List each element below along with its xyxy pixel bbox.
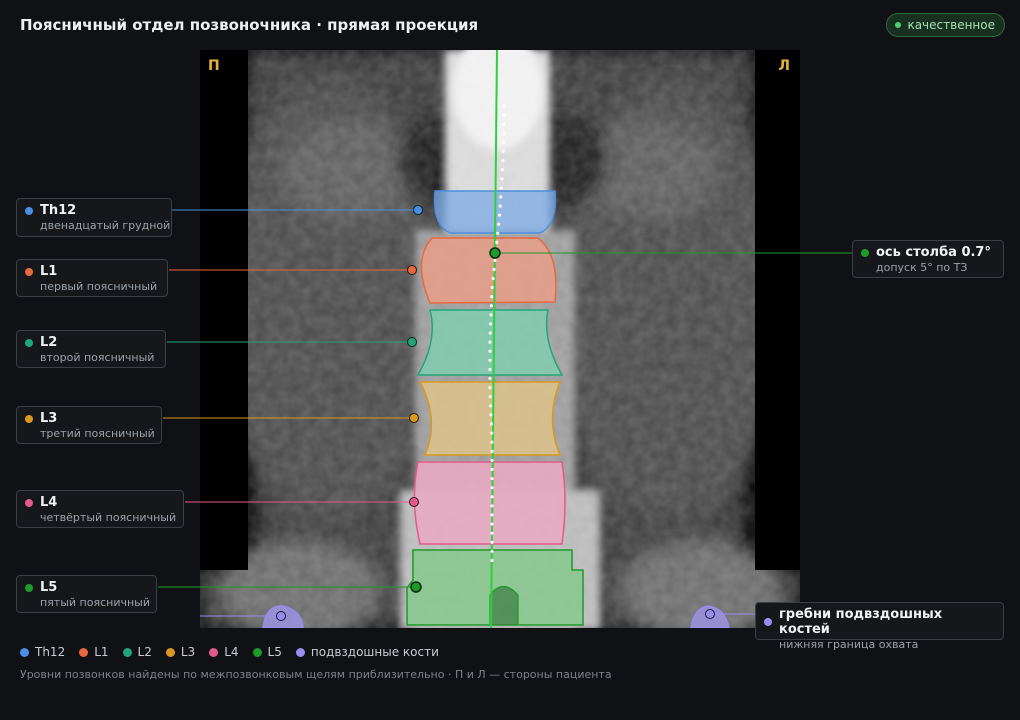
label-iliac-sub: нижняя граница охвата — [779, 638, 919, 651]
l3-color-dot — [25, 414, 33, 423]
label-axis-name: ось столба 0.7° — [876, 245, 991, 260]
legend-item-l1: L1 — [79, 645, 109, 659]
label-l5[interactable]: L5 пятый поясничный — [16, 575, 157, 613]
legend-item-l5: L5 — [252, 645, 282, 659]
legend-dot-icon — [79, 647, 89, 657]
label-l2-sub: второй поясничный — [40, 351, 155, 364]
label-axis-sub: допуск 5° по ТЗ — [876, 261, 968, 274]
status-dot-icon — [895, 22, 902, 28]
label-iliac-name: гребни подвздошных костей — [779, 607, 943, 637]
label-l1[interactable]: L1 первый поясничный — [16, 259, 168, 297]
l5-color-dot — [25, 583, 33, 592]
th12-color-dot — [25, 206, 33, 215]
xray-image — [200, 50, 800, 628]
side-marker-left: П — [208, 58, 220, 74]
legend-dot-icon — [122, 647, 132, 657]
iliac-color-dot — [764, 618, 772, 626]
label-l1-name: L1 — [40, 264, 58, 279]
legend-label: L3 — [180, 645, 196, 659]
legend-dot-icon — [295, 647, 305, 657]
legend-dot-icon — [252, 647, 262, 657]
label-l5-name: L5 — [40, 580, 58, 595]
legend-label: L4 — [224, 645, 239, 659]
vertebra-l3-mask — [418, 381, 562, 456]
legend-label: L2 — [137, 645, 152, 659]
label-l2[interactable]: L2 второй поясничный — [16, 330, 166, 368]
label-th12[interactable]: Th12 двенадцатый грудной — [16, 198, 172, 237]
label-l4-sub: четвёртый поясничный — [40, 511, 177, 524]
side-marker-right: Л — [778, 58, 790, 74]
footnote: Уровни позвонков найдены по межпозвонков… — [20, 668, 612, 681]
legend-label: L1 — [94, 645, 109, 659]
vertebra-l4-mask — [413, 461, 566, 545]
quality-badge-label: качественное — [907, 18, 995, 32]
l2-color-dot — [25, 338, 33, 347]
label-l3-name: L3 — [40, 411, 58, 426]
label-iliac[interactable]: гребни подвздошных костей нижняя граница… — [755, 602, 1004, 651]
legend-item-l3: L3 — [165, 645, 196, 659]
label-l4-name: L4 — [40, 495, 58, 510]
label-l3[interactable]: L3 третий поясничный — [16, 406, 162, 444]
legend-item-iliac: подвздошные кости — [295, 645, 439, 659]
legend-dot-icon — [209, 647, 219, 657]
xray-viewer[interactable]: П Л — [200, 50, 800, 628]
l4-color-dot — [25, 498, 33, 507]
legend-item-l4: L4 — [209, 645, 239, 659]
label-th12-name: Th12 — [40, 203, 77, 218]
label-l2-name: L2 — [40, 335, 58, 350]
legend-item-th12: Th12 — [20, 645, 65, 659]
legend-label: L5 — [267, 645, 282, 659]
label-l1-sub: первый поясничный — [40, 280, 158, 293]
vertebra-l1-mask — [420, 237, 557, 304]
label-axis[interactable]: ось столба 0.7° допуск 5° по ТЗ — [852, 240, 1004, 278]
legend-label: Th12 — [35, 645, 66, 659]
page-title: Поясничный отдел позвоночника · прямая п… — [20, 16, 479, 34]
label-th12-sub: двенадцатый грудной — [40, 219, 171, 232]
legend-dot-icon — [20, 647, 29, 657]
label-l4[interactable]: L4 четвёртый поясничный — [16, 490, 184, 528]
l1-color-dot — [25, 267, 33, 276]
legend: Th12 L1 L2 L3 L4 L5 подвздошные кости — [20, 645, 439, 659]
legend-item-l2: L2 — [122, 645, 152, 659]
axis-color-dot — [861, 248, 869, 257]
label-l3-sub: третий поясничный — [40, 427, 155, 440]
label-l5-sub: пятый поясничный — [40, 596, 150, 609]
legend-label: подвздошные кости — [310, 645, 439, 659]
legend-dot-icon — [165, 647, 175, 657]
quality-badge: качественное — [886, 13, 1005, 37]
